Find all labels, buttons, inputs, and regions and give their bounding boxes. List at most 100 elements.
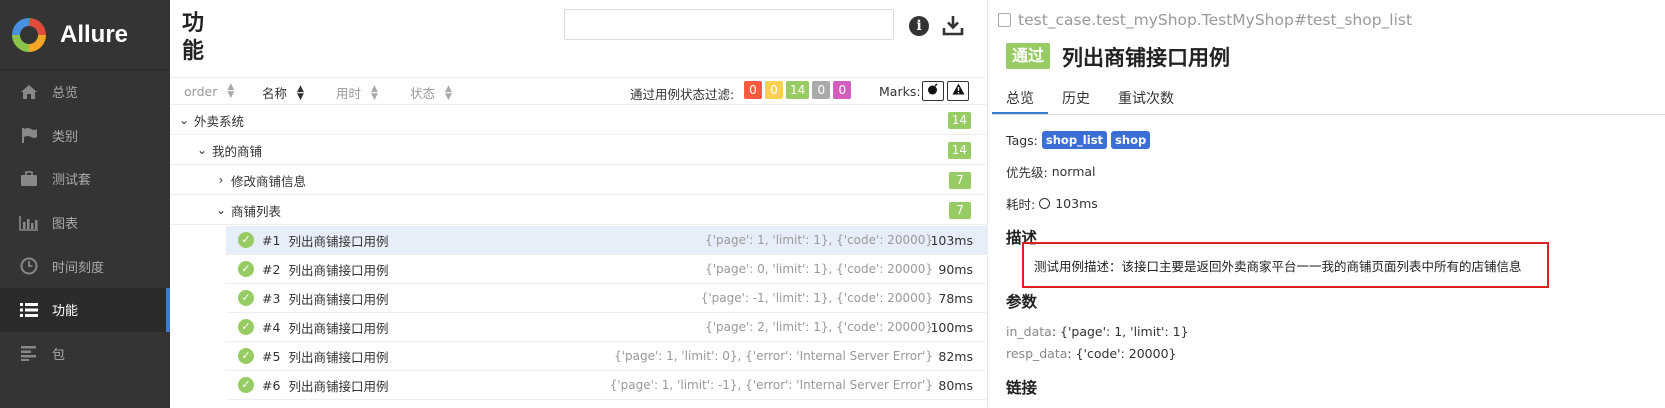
tab-overview[interactable]: 总览 (992, 85, 1048, 114)
parameter-key: in_data (1006, 324, 1052, 339)
status-badge: 通过 (1006, 43, 1051, 69)
status-count-broken[interactable]: 0 (765, 81, 783, 99)
sort-duration-label: 用时 (336, 86, 362, 101)
case-name: 列出商铺接口用例 (288, 378, 389, 394)
case-duration: 78ms (938, 290, 973, 306)
case-number: #4 (262, 319, 281, 335)
test-case-row[interactable]: ✓ #3 列出商铺接口用例 {'page': -1, 'limit': 1}, … (226, 284, 988, 313)
test-full-name[interactable]: test_case.test_myShop.TestMyShop#test_sh… (998, 11, 1412, 29)
sidebar-item-overview[interactable]: 总览 (0, 70, 170, 114)
sidebar-item-label: 测试套 (52, 173, 92, 189)
case-name: 列出商铺接口用例 (288, 291, 389, 307)
bomb-icon[interactable] (922, 81, 944, 101)
priority-row: 优先级: normal (1006, 162, 1096, 181)
status-count-skipped[interactable]: 0 (812, 81, 831, 99)
sidebar-item-label: 类别 (52, 129, 79, 145)
test-case-row[interactable]: ✓ #2 列出商铺接口用例 {'page': 0, 'limit': 1}, {… (226, 255, 988, 284)
sidebar: Allure 总览 类别 测试套 图表 时间刻度 功能 包 (0, 0, 170, 408)
description-text: 测试用例描述：该接口主要是返回外卖商家平台一一我的商铺页面列表中所有的店铺信息 (1022, 242, 1549, 288)
clock-icon (18, 257, 40, 275)
test-case-row[interactable]: ✓ #1 列出商铺接口用例 {'page': 1, 'limit': 1}, {… (226, 226, 988, 255)
sort-status[interactable]: 状态 ▲ ▼ (410, 83, 452, 102)
status-count-failed[interactable]: 0 (744, 81, 762, 99)
brand[interactable]: Allure (0, 0, 170, 70)
status-count-passed[interactable]: 14 (786, 81, 810, 99)
priority-value: normal (1051, 164, 1096, 179)
case-params: {'page': 2, 'limit': 1}, {'code': 20000} (705, 320, 933, 334)
sidebar-item-label: 总览 (52, 86, 79, 102)
sidebar-item-behaviors[interactable]: 功能 (0, 287, 170, 332)
info-icon[interactable]: i (909, 16, 929, 36)
tree-group-row[interactable]: ⌄ 我的商铺 14 (170, 136, 988, 165)
case-duration: 103ms (930, 232, 973, 248)
status-count-unknown[interactable]: 0 (833, 81, 852, 99)
test-case-row[interactable]: ✓ #4 列出商铺接口用例 {'page': 2, 'limit': 1}, {… (226, 313, 988, 342)
bar-chart-icon (18, 214, 40, 232)
chevron-down-icon: ⌄ (178, 113, 190, 127)
test-case-row[interactable]: ✓ #5 列出商铺接口用例 {'page': 1, 'limit': 0}, {… (226, 342, 988, 371)
chevron-down-icon: ⌄ (196, 143, 208, 157)
tree-group-row[interactable]: › 修改商铺信息 7 (170, 166, 988, 195)
tag-badge: shop_list (1041, 131, 1108, 149)
group-count-badge: 14 (947, 142, 971, 159)
sidebar-nav: 总览 类别 测试套 图表 时间刻度 功能 包 (0, 70, 170, 375)
case-number: #1 (262, 232, 281, 248)
tree-group-label: 我的商铺 (212, 143, 263, 159)
warning-icon[interactable] (947, 81, 969, 101)
duration-label: 耗时: (1006, 197, 1036, 212)
sidebar-item-packages[interactable]: 包 (0, 332, 170, 376)
sort-status-label: 状态 (410, 86, 436, 101)
tree-group-row[interactable]: ⌄ 商铺列表 7 (170, 196, 988, 225)
sidebar-item-categories[interactable]: 类别 (0, 114, 170, 158)
align-left-icon (18, 344, 40, 362)
duration-row: 耗时: 103ms (1006, 194, 1098, 213)
sidebar-item-label: 包 (52, 347, 66, 363)
chevron-right-icon: › (218, 173, 224, 187)
case-number: #3 (262, 290, 281, 306)
page-title: 功能 (182, 11, 205, 64)
sort-name[interactable]: 名称 ▲ ▼ (262, 83, 304, 102)
priority-label: 优先级: (1006, 165, 1048, 180)
tags-row: Tags: shop_list shop (1006, 131, 1151, 149)
allure-logo-icon (12, 17, 46, 52)
case-name: 列出商铺接口用例 (288, 233, 389, 249)
sidebar-item-label: 图表 (52, 217, 79, 233)
case-params: {'page': -1, 'limit': 1}, {'code': 20000… (700, 291, 933, 305)
download-icon[interactable] (942, 14, 964, 36)
passed-check-icon: ✓ (238, 261, 254, 277)
case-duration: 80ms (938, 377, 973, 393)
test-title: 列出商铺接口用例 (1062, 46, 1230, 70)
tree-group-row[interactable]: ⌄ 外卖系统 14 (170, 106, 988, 135)
tag-badge: shop (1111, 131, 1151, 149)
case-number: #5 (262, 348, 281, 364)
tree-toolbar: order ▲ ▼ 名称 ▲ ▼ 用时 ▲ ▼ 状态 ▲ ▼ 通过用例状态过滤: 0 0… (170, 77, 988, 105)
home-icon (18, 83, 40, 101)
sort-arrows-icon: ▲ ▼ (371, 83, 378, 102)
case-duration: 100ms (930, 319, 973, 335)
sidebar-item-timeline[interactable]: 时间刻度 (0, 244, 170, 288)
copy-icon[interactable] (998, 13, 1011, 27)
sidebar-item-suites[interactable]: 测试套 (0, 157, 170, 201)
test-case-row[interactable]: ✓ #6 列出商铺接口用例 {'page': 1, 'limit': -1}, … (226, 371, 988, 400)
tab-retries[interactable]: 重试次数 (1104, 85, 1188, 114)
search-input[interactable] (564, 9, 894, 40)
tags-label: Tags: (1006, 132, 1038, 148)
sort-order[interactable]: order ▲ ▼ (184, 82, 235, 100)
group-count-badge: 7 (949, 172, 971, 189)
parameter-value: {'code': 20000} (1075, 346, 1177, 361)
marks-filter (922, 81, 969, 101)
sort-duration[interactable]: 用时 ▲ ▼ (336, 83, 378, 102)
parameter-row: in_data: {'page': 1, 'limit': 1} (1006, 324, 1189, 339)
clock-icon (1039, 198, 1051, 209)
status-filter-label: 通过用例状态过滤: (630, 87, 735, 102)
group-count-badge: 14 (947, 112, 971, 129)
sort-name-label: 名称 (262, 86, 288, 101)
sort-arrows-icon: ▲ ▼ (227, 82, 235, 100)
case-number: #2 (262, 261, 281, 277)
test-full-name-text: test_case.test_myShop.TestMyShop#test_sh… (1018, 11, 1413, 29)
passed-check-icon: ✓ (238, 232, 254, 248)
behaviors-pane: 功能 i order ▲ ▼ 名称 ▲ ▼ 用时 ▲ ▼ 状态 ▲ ▼ 通过用例状态过滤… (170, 0, 988, 408)
sidebar-item-graphs[interactable]: 图表 (0, 201, 170, 245)
tab-history[interactable]: 历史 (1048, 85, 1104, 114)
detail-tabs: 总览 历史 重试次数 (992, 85, 1665, 115)
